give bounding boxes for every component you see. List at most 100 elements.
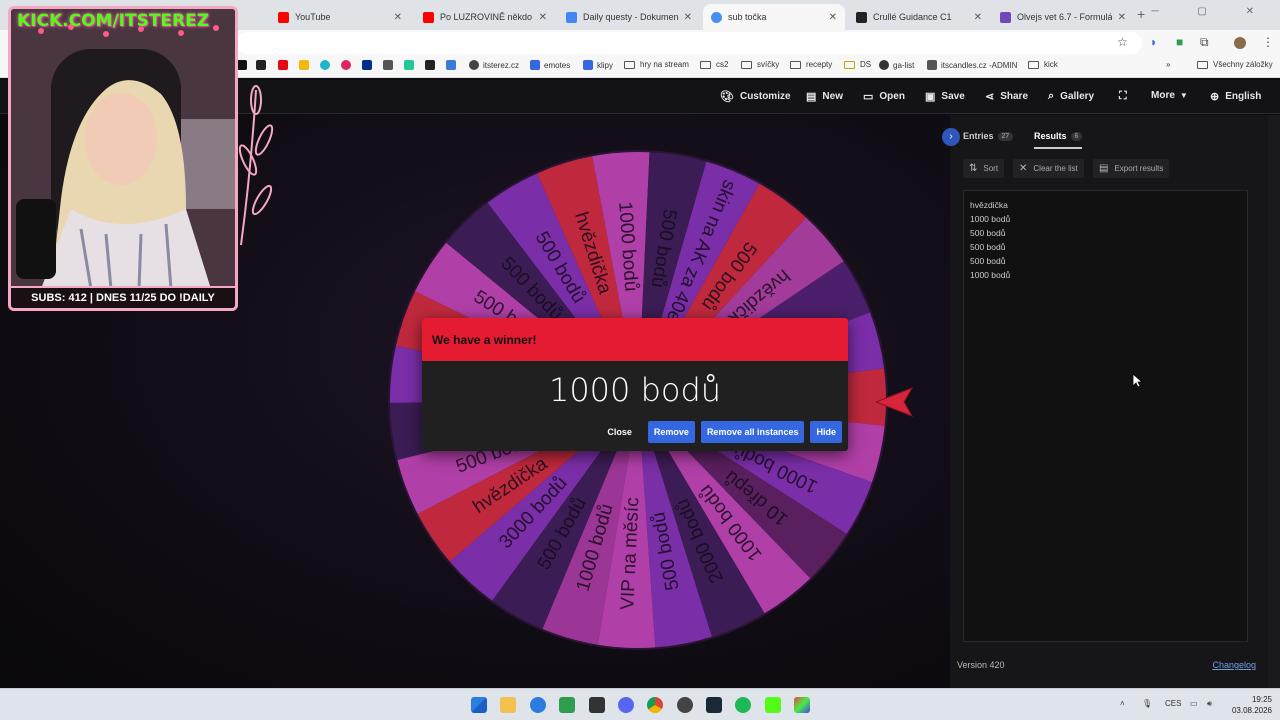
open-button[interactable]: ▭ Open: [863, 90, 905, 103]
export-results-button[interactable]: ▤ Export results: [1093, 159, 1170, 178]
wheel-pointer: [876, 387, 914, 417]
bookmark-site[interactable]: [341, 60, 355, 70]
folder-icon: [624, 60, 635, 69]
steam-icon[interactable]: [706, 697, 722, 713]
more-button[interactable]: More ▼: [1151, 90, 1188, 101]
new-button[interactable]: ▤ New: [806, 90, 843, 103]
bookmark-site[interactable]: [404, 60, 418, 70]
close-icon[interactable]: ✕: [394, 12, 402, 23]
app-icon[interactable]: [589, 697, 605, 713]
bookmark-site[interactable]: [446, 60, 460, 70]
list-item: 500 bodů: [970, 228, 1006, 238]
bookmark-paypal[interactable]: [362, 60, 376, 70]
menu-dots-icon[interactable]: ⋮: [1262, 35, 1274, 49]
puzzle-icon[interactable]: ⧉: [1200, 35, 1209, 50]
bookmark-binance[interactable]: [299, 60, 313, 70]
scrollbar[interactable]: [1268, 115, 1280, 688]
close-icon[interactable]: ✕: [1118, 12, 1126, 23]
tab-guidance[interactable]: Crullé Guidance C1 ✕: [848, 4, 990, 30]
entries-count-badge: 27: [997, 131, 1014, 141]
tab-video[interactable]: Po LUZROVINĚ někdo STŘÍ... ✕: [415, 4, 555, 30]
star-icon[interactable]: ☆: [1117, 35, 1128, 49]
chrome-icon[interactable]: [647, 697, 663, 713]
close-icon[interactable]: ✕: [684, 12, 692, 23]
tab-results[interactable]: Results 6: [1034, 131, 1083, 149]
discord-icon[interactable]: [618, 697, 634, 713]
sidebar-panel: › Entries 27 Results 6 ⇅ Sort ✕ Clear the li…: [942, 115, 1268, 688]
bookmark-emotes[interactable]: emotes: [530, 60, 570, 70]
language-button[interactable]: ⊕ English: [1210, 90, 1261, 103]
decorative-leaf-icon: [238, 85, 274, 246]
file-explorer-icon[interactable]: [500, 697, 516, 713]
save-button[interactable]: ▣ Save: [925, 90, 965, 103]
bookmark-site[interactable]: [425, 60, 439, 70]
bookmark-x[interactable]: [237, 60, 251, 70]
bookmark-folder-hry[interactable]: hry na stream: [624, 60, 689, 69]
chevron-right-icon[interactable]: »: [1166, 60, 1170, 69]
window-controls[interactable]: ─ ▢ ✕: [1152, 6, 1272, 17]
tab-docs[interactable]: Daily questy - Dokumenty ✕: [558, 4, 700, 30]
globe-icon: ⊕: [1210, 91, 1220, 103]
bookmark-folder-ds[interactable]: DS: [844, 60, 871, 69]
remove-all-button[interactable]: Remove all instances: [700, 421, 805, 443]
fullscreen-button[interactable]: ⛶: [1119, 90, 1133, 103]
bookmark-klipy[interactable]: klipy: [583, 60, 613, 70]
bookmark-all[interactable]: Všechny záložky: [1197, 60, 1273, 69]
bookmark-site[interactable]: [320, 60, 334, 70]
bookmark-netflix[interactable]: [278, 60, 292, 70]
winner-dialog-title: We have a winner!: [422, 318, 848, 361]
extension-icon[interactable]: ◗: [1150, 35, 1157, 49]
new-tab-icon[interactable]: +: [1137, 6, 1145, 22]
extension-icon[interactable]: ■: [1176, 35, 1183, 49]
bookmark-folder-kick[interactable]: kick: [1028, 60, 1058, 69]
docs-icon: [566, 11, 577, 23]
display-icon[interactable]: ▭: [1190, 699, 1198, 708]
tab-youtube[interactable]: YouTube ✕: [270, 4, 410, 30]
close-icon[interactable]: ✕: [974, 12, 982, 23]
bookmark-folder-cs2[interactable]: cs2: [700, 60, 728, 69]
microphone-icon[interactable]: 🎙︎: [1142, 699, 1152, 708]
customize-button[interactable]: 🎨︎ Customize: [720, 90, 791, 103]
tab-forms[interactable]: Olvejs vet 6.7 - Formuláře ✕: [992, 4, 1134, 30]
url-input[interactable]: [236, 32, 1142, 54]
spotify-icon[interactable]: [735, 697, 751, 713]
changelog-link[interactable]: Changelog: [1212, 660, 1256, 670]
volume-icon[interactable]: 🔊︎: [1207, 699, 1212, 709]
kick-icon[interactable]: [765, 697, 781, 713]
results-count-badge: 6: [1070, 131, 1083, 141]
bookmark-itscandles[interactable]: itscandles.cz -ADMIN: [927, 60, 1017, 70]
palette-icon: 🎨︎: [720, 91, 734, 103]
wheel-icon: [711, 11, 722, 23]
windows-start-icon[interactable]: [471, 697, 487, 713]
bookmark-site[interactable]: [383, 60, 397, 70]
close-icon[interactable]: ✕: [829, 12, 837, 23]
chevron-right-icon[interactable]: ›: [942, 128, 960, 146]
close-button[interactable]: Close: [597, 421, 642, 443]
list-item: 1000 bodů: [970, 270, 1011, 280]
bookmark-folder-recepty[interactable]: recepty: [790, 60, 832, 69]
bookmark-amazon[interactable]: [256, 60, 270, 70]
sort-button[interactable]: ⇅ Sort: [963, 159, 1005, 178]
subs-status: SUBS: 412 | DNES 11/25 DO !DAILY: [11, 286, 235, 308]
close-icon[interactable]: ✕: [539, 12, 547, 23]
app-icon[interactable]: [794, 697, 810, 713]
browser-app-icon[interactable]: [530, 697, 546, 713]
tab-sub-tocka[interactable]: sub točka ✕: [703, 4, 845, 30]
language-indicator[interactable]: CES: [1165, 699, 1181, 708]
bookmark-itsterez[interactable]: itsterez.cz: [469, 60, 519, 70]
excel-icon[interactable]: [559, 697, 575, 713]
results-list[interactable]: hvězdička 1000 bodů 500 bodů 500 bodů 50…: [963, 190, 1248, 642]
avatar[interactable]: [1234, 37, 1246, 49]
clock[interactable]: 19:25 03.08.2026: [1222, 694, 1272, 716]
clear-list-button[interactable]: ✕ Clear the list: [1013, 159, 1084, 178]
gallery-button[interactable]: ⌕ Gallery: [1048, 90, 1094, 103]
chevron-up-icon[interactable]: ˄: [1120, 699, 1125, 708]
hide-button[interactable]: Hide: [810, 421, 842, 443]
share-button[interactable]: ⋖ Share: [985, 90, 1028, 103]
tab-entries[interactable]: Entries 27: [963, 131, 1014, 141]
bookmark-ga-list[interactable]: ga-list: [879, 60, 914, 70]
list-item: hvězdička: [970, 200, 1008, 210]
bookmark-folder-svicky[interactable]: svíčky: [741, 60, 779, 69]
remove-button[interactable]: Remove: [647, 421, 695, 443]
obs-icon[interactable]: [677, 697, 693, 713]
